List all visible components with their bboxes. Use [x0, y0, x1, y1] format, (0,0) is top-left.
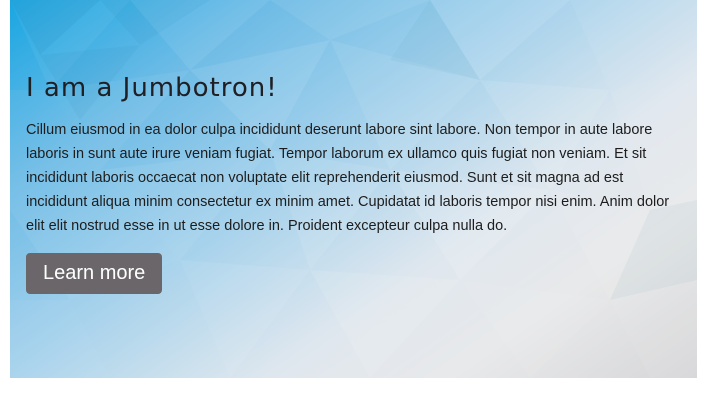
jumbotron: I am a Jumbotron! Cillum eiusmod in ea d… [10, 0, 697, 378]
jumbotron-title: I am a Jumbotron! [26, 73, 278, 103]
jumbotron-body-text: Cillum eiusmod in ea dolor culpa incidid… [26, 122, 670, 234]
learn-more-button[interactable]: Learn more [26, 253, 163, 294]
jumbotron-content: I am a Jumbotron! Cillum eiusmod in ea d… [26, 70, 681, 294]
